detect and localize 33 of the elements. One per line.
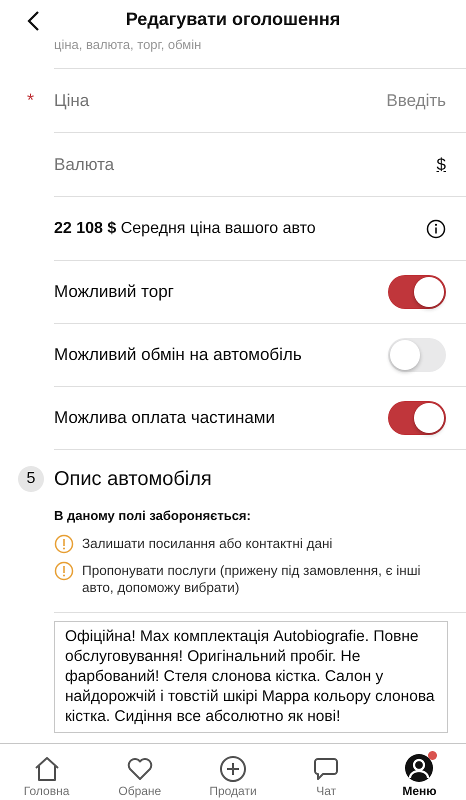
average-price: 22 108 $ Середня ціна вашого авто xyxy=(54,220,317,238)
field-label: Валюта xyxy=(54,154,116,174)
toggle-label: Можливий торг xyxy=(54,282,175,302)
rule-text: Залишати посилання або контактні дані xyxy=(82,535,332,552)
chat-icon xyxy=(312,755,340,783)
step-number: 5 xyxy=(18,466,44,492)
info-icon[interactable] xyxy=(426,218,446,238)
description-field[interactable]: Офіційна! Max комплектація Autobiografie. Повне обслуговування! Оригінальний пробіг. Не фарбований! Стеля слонова кістка. Салон у найдорожчій і товстій шкірі Mappa кольору слонова кістка. Сидіння все абсолютно як нові! xyxy=(54,621,448,733)
toggle-label: Можлива оплата частинами xyxy=(54,408,276,428)
home-icon xyxy=(32,755,61,783)
tab-item[interactable]: Меню xyxy=(372,744,466,800)
required-mark: * xyxy=(27,90,34,111)
section-subtitle: ціна, валюта, торг, обмін xyxy=(53,38,202,54)
currency-select[interactable]: $ xyxy=(436,154,446,174)
warning-icon xyxy=(54,561,74,581)
heart-icon xyxy=(126,755,154,783)
back-icon xyxy=(26,10,40,32)
tab-item[interactable]: Продати xyxy=(186,744,280,800)
warning-icon xyxy=(54,534,74,554)
section-title: Опис автомобіля xyxy=(54,468,212,490)
toggle-switch[interactable] xyxy=(388,338,446,372)
tab-item[interactable]: Чат xyxy=(280,744,373,800)
rule-text: Пропонувати послуги (прижену під замовлення, є інші авто, допоможу вибрати) xyxy=(82,562,422,596)
toggle-label: Можливий обмін на автомобіль xyxy=(54,345,303,365)
toggle-switch[interactable] xyxy=(388,401,446,435)
tab-item[interactable]: Головна xyxy=(0,744,94,800)
toggle-switch[interactable] xyxy=(388,275,446,309)
tab-item[interactable]: Обране xyxy=(93,744,186,800)
avatar-icon xyxy=(404,753,434,783)
field-label: Ціна xyxy=(54,90,90,110)
page-title: Редагувати оголошення xyxy=(124,8,342,30)
add-icon xyxy=(219,755,247,783)
rules-heading: В даному полі забороняється: xyxy=(54,508,252,523)
